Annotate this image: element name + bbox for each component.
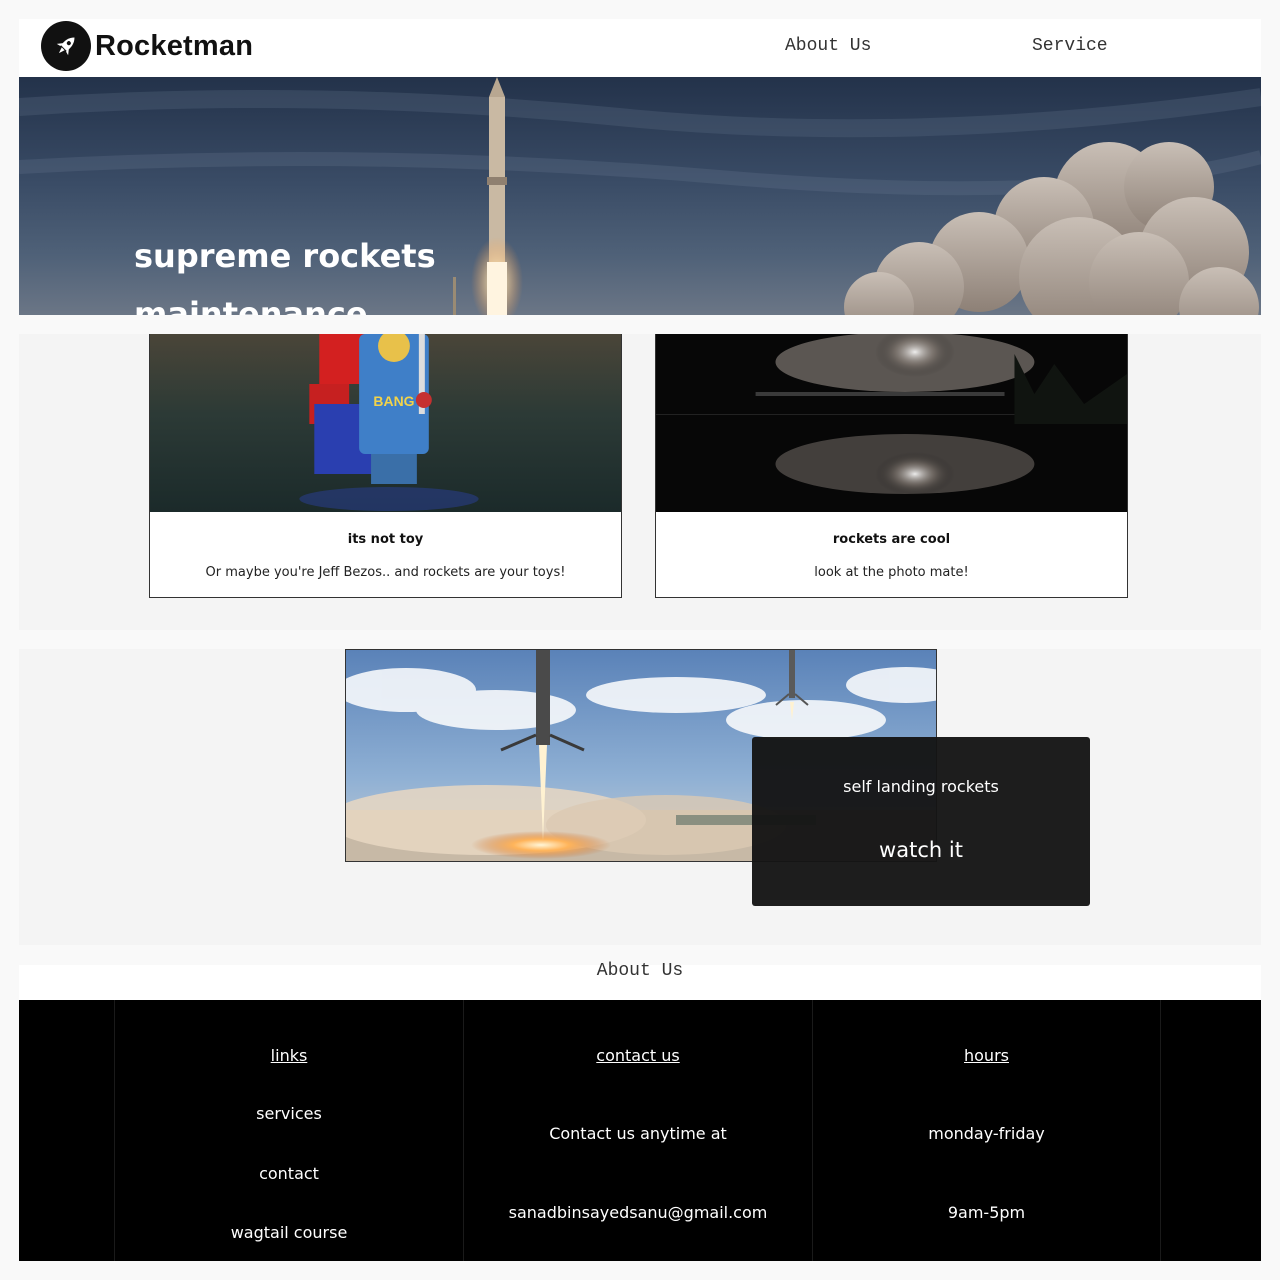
footer: links services contact wagtail course co… — [19, 1000, 1261, 1261]
nav-link-service[interactable]: Service — [1032, 36, 1108, 56]
card-toy[interactable]: BANG its not toy Or maybe you're Jeff Be… — [149, 334, 622, 598]
about-us-section-label: About Us — [19, 962, 1261, 1000]
card-text: Or maybe you're Jeff Bezos.. and rockets… — [205, 565, 566, 580]
watch-it-link[interactable]: watch it — [752, 838, 1090, 862]
footer-link-services[interactable]: services — [115, 1104, 463, 1123]
card-title: its not toy — [347, 532, 424, 547]
footer-contact-text: Contact us anytime at — [549, 1124, 727, 1143]
nav-link-about-us[interactable]: About Us — [785, 36, 871, 56]
hero-title-line-1: supreme rockets — [134, 237, 436, 275]
card-title: rockets are cool — [832, 532, 951, 547]
footer-hours-column: hours monday-friday 9am-5pm — [812, 1000, 1161, 1261]
svg-text:BANG: BANG — [373, 393, 414, 409]
feature-section: self landing rockets watch it — [19, 649, 1261, 945]
card-text: look at the photo mate! — [814, 565, 969, 580]
footer-hours-days: monday-friday — [928, 1124, 1045, 1143]
brand-home-link[interactable]: Rocketman — [41, 21, 253, 71]
footer-hours-heading[interactable]: hours — [813, 1046, 1160, 1065]
footer-links-column: links services contact wagtail course — [114, 1000, 463, 1261]
top-navbar: Rocketman About Us Service — [19, 19, 1261, 77]
brand-name: Rocketman — [95, 29, 254, 62]
footer-contact-email[interactable]: sanadbinsayedsanu@gmail.com — [464, 1203, 812, 1222]
lego-astronaut-image: BANG — [150, 334, 621, 512]
footer-hours-time: 9am-5pm — [947, 1203, 1026, 1222]
footer-contact-heading[interactable]: contact us — [464, 1046, 812, 1065]
footer-link-wagtail-course[interactable]: wagtail course — [115, 1223, 463, 1242]
feature-title: self landing rockets — [843, 777, 999, 796]
footer-link-contact[interactable]: contact — [115, 1164, 463, 1183]
night-launch-reflection-image — [656, 334, 1127, 512]
card-rockets-cool[interactable]: rockets are cool look at the photo mate! — [655, 334, 1128, 598]
hero-title: supreme rockets maintenance — [134, 227, 534, 315]
cards-section: BANG its not toy Or maybe you're Jeff Be… — [19, 334, 1261, 630]
footer-links-heading[interactable]: links — [115, 1046, 463, 1065]
hero-title-line-2: maintenance — [134, 295, 368, 315]
self-landing-overlay-card[interactable]: self landing rockets watch it — [752, 737, 1090, 906]
hero-banner: supreme rockets maintenance — [19, 77, 1261, 315]
footer-contact-column: contact us Contact us anytime at sanadbi… — [463, 1000, 812, 1261]
rocket-icon — [41, 21, 91, 71]
